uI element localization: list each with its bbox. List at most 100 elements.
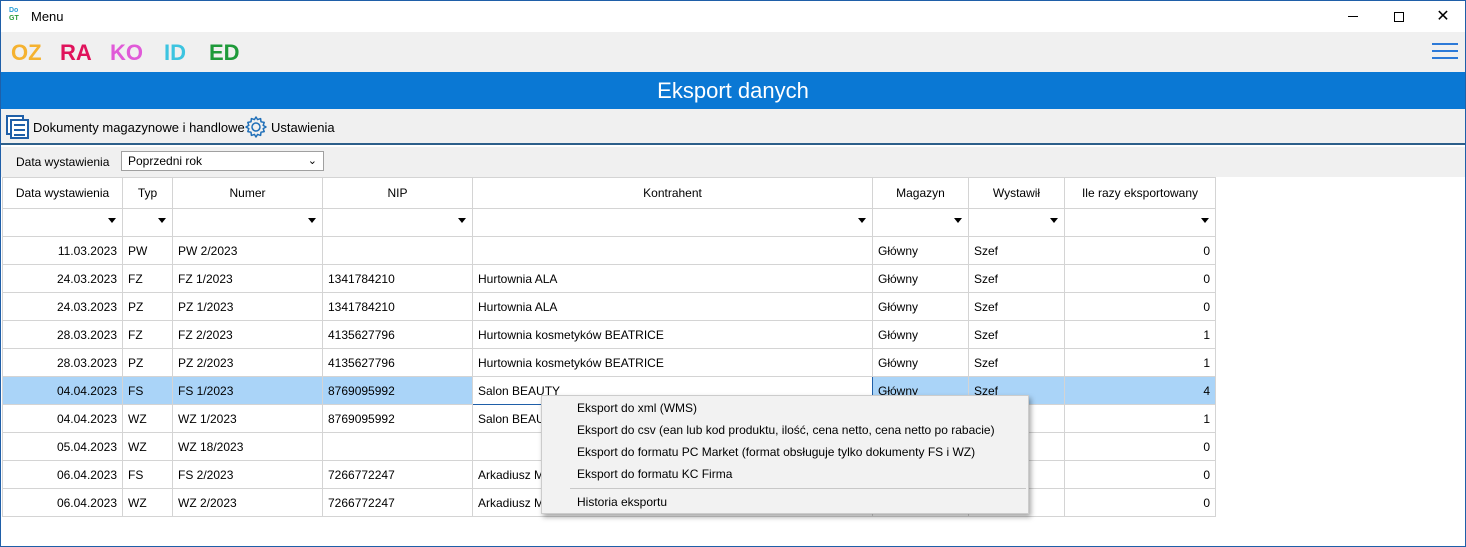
column-filter[interactable] xyxy=(122,208,173,237)
table-cell[interactable]: Główny xyxy=(872,264,969,293)
table-row[interactable]: 11.03.2023 PW PW 2/2023 Główny Szef 0 xyxy=(2,236,1216,265)
table-cell[interactable]: FS xyxy=(122,460,173,489)
table-cell[interactable]: 0 xyxy=(1064,432,1216,461)
table-cell[interactable]: PW 2/2023 xyxy=(172,236,323,265)
column-header[interactable]: Typ xyxy=(122,177,173,209)
table-row[interactable]: 28.03.2023 FZ FZ 2/2023 4135627796 Hurtownia… xyxy=(2,320,1216,349)
module-ko[interactable]: KO xyxy=(110,40,143,66)
table-cell[interactable]: WZ xyxy=(122,404,173,433)
menu-item-export-pc-market[interactable]: Eksport do formatu PC Market (format obs… xyxy=(577,441,975,463)
table-cell[interactable]: Główny xyxy=(872,236,969,265)
column-header[interactable]: Kontrahent xyxy=(472,177,873,209)
table-cell[interactable]: 05.04.2023 xyxy=(2,432,123,461)
table-cell[interactable]: 06.04.2023 xyxy=(2,460,123,489)
table-cell[interactable]: 1341784210 xyxy=(322,292,473,321)
table-cell[interactable]: Hurtownia kosmetyków BEATRICE xyxy=(472,320,873,349)
table-cell[interactable]: 8769095992 xyxy=(322,376,473,405)
documents-button[interactable]: Dokumenty magazynowe i handlowe xyxy=(6,114,245,140)
table-cell[interactable]: Główny xyxy=(872,348,969,377)
table-cell[interactable]: FZ 1/2023 xyxy=(172,264,323,293)
minimize-button[interactable] xyxy=(1330,1,1376,32)
menu-item-export-kc-firma[interactable]: Eksport do formatu KC Firma xyxy=(577,463,732,485)
table-cell[interactable]: 4135627796 xyxy=(322,320,473,349)
table-cell[interactable]: 0 xyxy=(1064,264,1216,293)
column-header[interactable]: Ile razy eksportowany xyxy=(1064,177,1216,209)
table-cell[interactable]: WZ xyxy=(122,432,173,461)
table-cell[interactable]: 11.03.2023 xyxy=(2,236,123,265)
settings-button[interactable]: Ustawienia xyxy=(244,114,335,140)
table-cell[interactable]: Hurtownia ALA xyxy=(472,264,873,293)
table-cell[interactable] xyxy=(322,432,473,461)
table-cell[interactable]: Szef xyxy=(968,292,1065,321)
table-cell[interactable]: FS xyxy=(122,376,173,405)
table-cell[interactable]: Szef xyxy=(968,348,1065,377)
table-cell[interactable]: FZ xyxy=(122,320,173,349)
close-button[interactable]: ✕ xyxy=(1420,1,1466,32)
table-row[interactable]: 28.03.2023 PZ PZ 2/2023 4135627796 Hurtownia… xyxy=(2,348,1216,377)
table-cell[interactable]: 1 xyxy=(1064,348,1216,377)
table-cell[interactable]: 04.04.2023 xyxy=(2,404,123,433)
table-cell[interactable]: PZ xyxy=(122,348,173,377)
table-cell[interactable]: FZ xyxy=(122,264,173,293)
column-header[interactable]: Magazyn xyxy=(872,177,969,209)
table-cell[interactable]: WZ 1/2023 xyxy=(172,404,323,433)
column-filter[interactable] xyxy=(472,208,873,237)
table-cell[interactable]: 06.04.2023 xyxy=(2,488,123,517)
table-cell[interactable]: Główny xyxy=(872,292,969,321)
table-cell[interactable]: 7266772247 xyxy=(322,488,473,517)
table-cell[interactable]: 0 xyxy=(1064,292,1216,321)
table-cell[interactable]: WZ 18/2023 xyxy=(172,432,323,461)
table-cell[interactable]: FS 1/2023 xyxy=(172,376,323,405)
column-header[interactable]: Numer xyxy=(172,177,323,209)
table-cell[interactable]: 24.03.2023 xyxy=(2,292,123,321)
table-cell[interactable]: Hurtownia kosmetyków BEATRICE xyxy=(472,348,873,377)
column-filter[interactable] xyxy=(1064,208,1216,237)
table-row[interactable]: 24.03.2023 FZ FZ 1/2023 1341784210 Hurtownia… xyxy=(2,264,1216,293)
column-filter[interactable] xyxy=(322,208,473,237)
hamburger-menu-icon[interactable] xyxy=(1432,43,1458,61)
table-cell[interactable]: FZ 2/2023 xyxy=(172,320,323,349)
table-cell[interactable]: PW xyxy=(122,236,173,265)
table-cell[interactable]: 0 xyxy=(1064,236,1216,265)
table-cell[interactable]: 04.04.2023 xyxy=(2,376,123,405)
table-cell[interactable]: 24.03.2023 xyxy=(2,264,123,293)
date-filter-select[interactable]: Poprzedni rok ⌄ xyxy=(121,151,324,171)
table-row[interactable]: 24.03.2023 PZ PZ 1/2023 1341784210 Hurtownia… xyxy=(2,292,1216,321)
table-cell[interactable]: WZ 2/2023 xyxy=(172,488,323,517)
table-cell[interactable]: PZ xyxy=(122,292,173,321)
column-header[interactable]: NIP xyxy=(322,177,473,209)
column-header[interactable]: Wystawił xyxy=(968,177,1065,209)
table-cell[interactable]: Szef xyxy=(968,320,1065,349)
table-cell[interactable]: Hurtownia ALA xyxy=(472,292,873,321)
table-cell[interactable] xyxy=(322,236,473,265)
column-filter[interactable] xyxy=(2,208,123,237)
table-cell[interactable]: 1341784210 xyxy=(322,264,473,293)
table-cell[interactable]: WZ xyxy=(122,488,173,517)
table-cell[interactable]: FS 2/2023 xyxy=(172,460,323,489)
column-filter[interactable] xyxy=(172,208,323,237)
table-cell[interactable]: Szef xyxy=(968,264,1065,293)
table-cell[interactable]: 8769095992 xyxy=(322,404,473,433)
table-cell[interactable]: 0 xyxy=(1064,460,1216,489)
column-filter[interactable] xyxy=(968,208,1065,237)
column-header[interactable]: Data wystawienia xyxy=(2,177,123,209)
module-ra[interactable]: RA xyxy=(60,40,92,66)
table-cell[interactable]: 7266772247 xyxy=(322,460,473,489)
maximize-button[interactable] xyxy=(1376,1,1422,32)
table-cell[interactable]: 4135627796 xyxy=(322,348,473,377)
table-cell[interactable]: PZ 1/2023 xyxy=(172,292,323,321)
table-cell[interactable]: 4 xyxy=(1064,376,1216,405)
table-cell[interactable]: 0 xyxy=(1064,488,1216,517)
column-filter[interactable] xyxy=(872,208,969,237)
module-oz[interactable]: OZ xyxy=(11,40,42,66)
table-cell[interactable]: Główny xyxy=(872,320,969,349)
table-cell[interactable]: Szef xyxy=(968,236,1065,265)
table-cell[interactable] xyxy=(472,236,873,265)
table-cell[interactable]: 28.03.2023 xyxy=(2,348,123,377)
menu-item-export-xml[interactable]: Eksport do xml (WMS) xyxy=(577,397,697,419)
module-id[interactable]: ID xyxy=(164,40,186,66)
module-ed[interactable]: ED xyxy=(209,40,240,66)
table-cell[interactable]: 1 xyxy=(1064,404,1216,433)
table-cell[interactable]: 28.03.2023 xyxy=(2,320,123,349)
table-cell[interactable]: PZ 2/2023 xyxy=(172,348,323,377)
